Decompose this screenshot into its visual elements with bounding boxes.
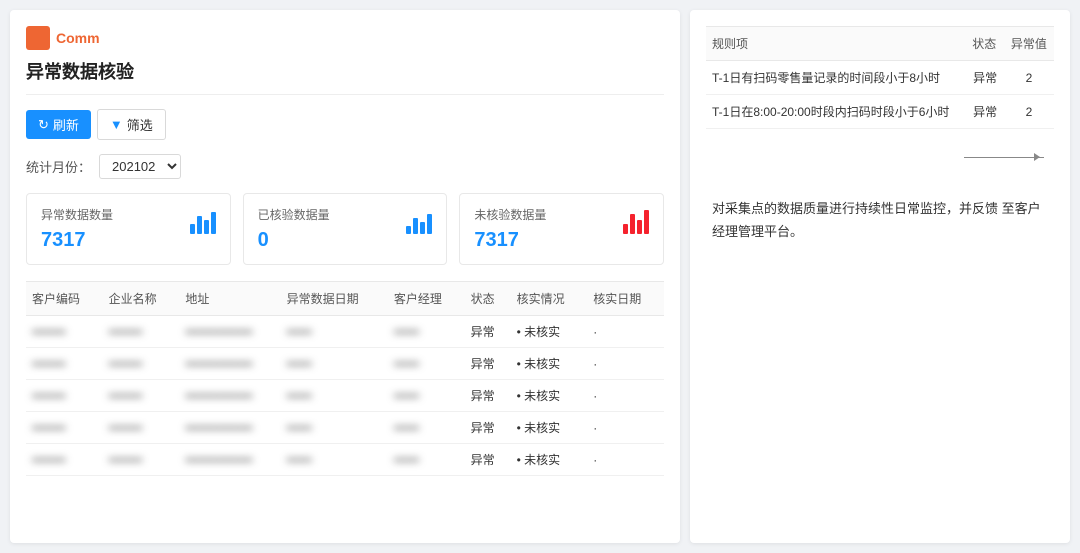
stat-card-abnormal: 异常数据数量 7317 <box>26 193 231 265</box>
bar-chart-icon-1 <box>406 206 432 234</box>
table-row[interactable]: ••••••••••••••••••••••••••••••••••••••••… <box>26 380 664 412</box>
th-verify-date: 核实日期 <box>587 282 664 316</box>
rule-table-row: T-1日在8:00-20:00时段内扫码时段小于6小时异常2 <box>706 95 1054 129</box>
arrow-line <box>964 157 1044 158</box>
cell-4-1: •••••••• <box>103 444 180 476</box>
cell-0-0: •••••••• <box>26 316 103 348</box>
rule-th-value: 异常值 <box>1004 27 1054 61</box>
logo-text: Comm <box>56 30 100 46</box>
cell-1-6: • 未核实 <box>511 348 588 380</box>
cell-1-7: · <box>587 348 664 380</box>
rule-value-1: 2 <box>1004 95 1054 129</box>
cell-4-4: •••••• <box>388 444 465 476</box>
bar-chart-icon-2 <box>623 206 649 234</box>
th-manager: 客户经理 <box>388 282 465 316</box>
cell-3-7: · <box>587 412 664 444</box>
filter-label-text: 统计月份： <box>26 157 91 176</box>
cell-2-5: 异常 <box>465 380 511 412</box>
cell-2-7: · <box>587 380 664 412</box>
refresh-button[interactable]: ↻ 刷新 <box>26 110 91 139</box>
cell-0-6: • 未核实 <box>511 316 588 348</box>
cell-2-3: •••••• <box>281 380 388 412</box>
cell-1-1: •••••••• <box>103 348 180 380</box>
stat-card-unverified: 未核验数据量 7317 <box>459 193 664 265</box>
page-title: 异常数据核验 <box>26 58 664 95</box>
th-address: 地址 <box>179 282 280 316</box>
cell-2-0: •••••••• <box>26 380 103 412</box>
cell-1-4: •••••• <box>388 348 465 380</box>
stat-value-0: 7317 <box>41 229 113 252</box>
rule-table: 规则项 状态 异常值 T-1日有扫码零售量记录的时间段小于8小时异常2T-1日在… <box>706 26 1054 129</box>
cell-2-4: •••••• <box>388 380 465 412</box>
stat-value-1: 0 <box>258 229 330 252</box>
stat-card-verified: 已核验数据量 0 <box>243 193 448 265</box>
cell-1-3: •••••• <box>281 348 388 380</box>
month-select[interactable]: 202102 <box>99 154 181 179</box>
cell-3-3: •••••• <box>281 412 388 444</box>
th-customer-code: 客户编码 <box>26 282 103 316</box>
bar-chart-icon-0 <box>190 206 216 234</box>
cell-2-2: •••••••••••••••• <box>179 380 280 412</box>
cell-0-4: •••••• <box>388 316 465 348</box>
cell-2-1: •••••••• <box>103 380 180 412</box>
rule-th-status: 状态 <box>966 27 1004 61</box>
cell-4-0: •••••••• <box>26 444 103 476</box>
cell-3-0: •••••••• <box>26 412 103 444</box>
stat-value-2: 7317 <box>474 229 546 252</box>
cell-2-6: • 未核实 <box>511 380 588 412</box>
rule-table-row: T-1日有扫码零售量记录的时间段小于8小时异常2 <box>706 61 1054 95</box>
filter-icon: ▼ <box>110 117 123 132</box>
stat-label-2: 未核验数据量 <box>474 206 546 223</box>
table-row[interactable]: ••••••••••••••••••••••••••••••••••••••••… <box>26 444 664 476</box>
stats-row: 异常数据数量 7317 已核验数据量 0 <box>26 193 664 265</box>
cell-0-5: 异常 <box>465 316 511 348</box>
description-text: 对采集点的数据质量进行持续性日常监控，并反馈 至客户经理管理平台。 <box>712 201 1041 239</box>
refresh-icon: ↻ <box>38 117 49 133</box>
cell-0-1: •••••••• <box>103 316 180 348</box>
th-date: 异常数据日期 <box>281 282 388 316</box>
rule-name-1: T-1日在8:00-20:00时段内扫码时段小于6小时 <box>706 95 966 129</box>
cell-1-0: •••••••• <box>26 348 103 380</box>
filter-row: 统计月份： 202102 <box>26 154 664 179</box>
refresh-label: 刷新 <box>53 115 79 134</box>
cell-0-3: •••••• <box>281 316 388 348</box>
logo-icon <box>26 26 50 50</box>
cell-3-2: •••••••••••••••• <box>179 412 280 444</box>
stat-label-1: 已核验数据量 <box>258 206 330 223</box>
cell-3-5: 异常 <box>465 412 511 444</box>
th-verify: 核实情况 <box>511 282 588 316</box>
right-panel: 规则项 状态 异常值 T-1日有扫码零售量记录的时间段小于8小时异常2T-1日在… <box>690 10 1070 543</box>
cell-4-3: •••••• <box>281 444 388 476</box>
filter-button[interactable]: ▼ 筛选 <box>97 109 166 140</box>
cell-0-2: •••••••••••••••• <box>179 316 280 348</box>
cell-3-4: •••••• <box>388 412 465 444</box>
data-table: 客户编码 企业名称 地址 异常数据日期 客户经理 状态 核实情况 核实日期 ••… <box>26 281 664 476</box>
cell-4-7: · <box>587 444 664 476</box>
arrow-annotation <box>706 145 1054 175</box>
left-panel: Comm 异常数据核验 ↻ 刷新 ▼ 筛选 统计月份： 202102 <box>10 10 680 543</box>
rule-name-0: T-1日有扫码零售量记录的时间段小于8小时 <box>706 61 966 95</box>
rule-status-0: 异常 <box>966 61 1004 95</box>
cell-1-5: 异常 <box>465 348 511 380</box>
cell-1-2: •••••••••••••••• <box>179 348 280 380</box>
cell-4-5: 异常 <box>465 444 511 476</box>
rule-status-1: 异常 <box>966 95 1004 129</box>
table-row[interactable]: ••••••••••••••••••••••••••••••••••••••••… <box>26 412 664 444</box>
cell-3-6: • 未核实 <box>511 412 588 444</box>
cell-0-7: · <box>587 316 664 348</box>
cell-4-6: • 未核实 <box>511 444 588 476</box>
logo-area: Comm <box>26 26 664 50</box>
stat-label-0: 异常数据数量 <box>41 206 113 223</box>
th-company-name: 企业名称 <box>103 282 180 316</box>
th-status: 状态 <box>465 282 511 316</box>
cell-3-1: •••••••• <box>103 412 180 444</box>
cell-4-2: •••••••••••••••• <box>179 444 280 476</box>
filter-label: 筛选 <box>127 115 153 134</box>
rule-th-name: 规则项 <box>706 27 966 61</box>
toolbar: ↻ 刷新 ▼ 筛选 <box>26 109 664 140</box>
description-box: 对采集点的数据质量进行持续性日常监控，并反馈 至客户经理管理平台。 <box>706 187 1054 254</box>
rule-value-0: 2 <box>1004 61 1054 95</box>
table-row[interactable]: ••••••••••••••••••••••••••••••••••••••••… <box>26 348 664 380</box>
table-row[interactable]: ••••••••••••••••••••••••••••••••••••••••… <box>26 316 664 348</box>
